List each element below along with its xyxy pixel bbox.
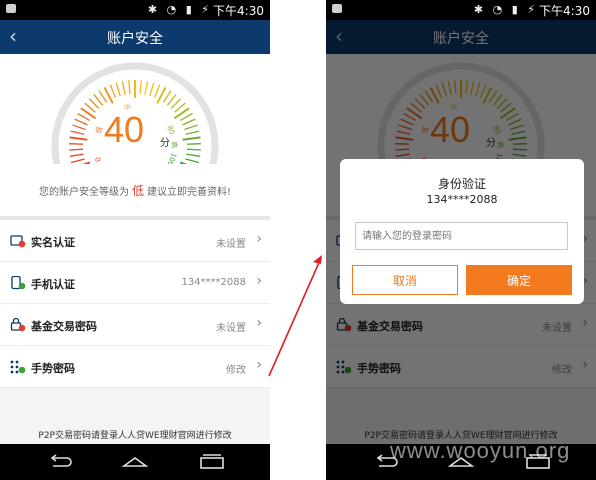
setting-label: 手机认证: [31, 278, 75, 291]
id-card-warning-icon: [10, 235, 26, 248]
gauge-tick: [98, 90, 108, 103]
gauge-tick: [185, 158, 200, 164]
setting-value: 修改: [226, 365, 246, 376]
chevron-right-icon: ›: [256, 315, 262, 331]
page-title: 账户安全: [107, 31, 163, 47]
gauge-tick: [109, 84, 117, 99]
setting-row-real-name[interactable]: 实名认证 未设置 ›: [0, 220, 270, 262]
gauge-tick: [186, 153, 201, 157]
gauge-tick: [166, 93, 177, 106]
status-icons: ✱ ◔ ▮ ⚡: [147, 3, 212, 16]
red-arrow-annotation: [268, 255, 322, 377]
gauge-tick-label: 100: [166, 152, 178, 164]
hint-prefix: 您的账户安全等级为: [38, 187, 129, 198]
identity-verification-dialog: 身份验证 134****2088 取消 确定: [340, 159, 584, 304]
chevron-right-icon: ›: [256, 231, 262, 247]
back-nav-icon[interactable]: [45, 452, 75, 472]
gauge-tick: [149, 82, 155, 97]
gauge-tick: [144, 81, 149, 96]
gauge-tick: [170, 98, 182, 110]
chevron-right-icon: ›: [256, 357, 262, 373]
watermark: www.wooyun.org: [390, 438, 571, 463]
setting-value: 未设置: [216, 323, 246, 334]
security-level: 低: [131, 184, 144, 198]
recent-apps-icon[interactable]: [197, 452, 227, 472]
setting-value: 134****2088: [181, 277, 246, 288]
security-gauge: 0低中80高100 40 分 您的账户安全等级为低建议立即完善资料!: [0, 54, 270, 216]
dialog-title: 身份验证: [437, 177, 486, 191]
hint-suffix: 建议立即完善资料!: [147, 187, 232, 198]
lock-warning-icon: [10, 318, 26, 332]
gauge-tick: [115, 82, 121, 97]
security-hint: 您的账户安全等级为低建议立即完善资料!: [0, 182, 270, 199]
phone-screen-before: ✱ ◔ ▮ ⚡ 下午4:30 ‹ 账户安全 0 低中 80 高 100 40 分 您的账…: [0, 0, 270, 480]
gauge-tick: [88, 98, 100, 110]
setting-label: 手势密码: [31, 362, 75, 375]
gauge-tick: [93, 93, 104, 106]
gauge-tick: [139, 80, 142, 95]
status-bar: ✱ ◔ ▮ ⚡ 下午4:30: [0, 0, 270, 20]
title-bar: ‹ 账户安全: [0, 20, 270, 54]
login-password-input[interactable]: [355, 222, 568, 250]
notification-icon: [6, 4, 16, 13]
footnote: P2P交易密码请登录人人贷WE理财官网进行修改: [38, 431, 232, 441]
nav-bar: [0, 444, 270, 480]
gesture-pattern-icon: [10, 360, 26, 374]
confirm-button[interactable]: 确定: [466, 265, 572, 295]
dialog-phone: 134****2088: [426, 193, 498, 206]
status-time: 下午4:30: [539, 4, 590, 18]
status-icons: ✱ ◔ ▮ ⚡: [473, 3, 538, 16]
gauge-tick: [69, 153, 84, 157]
chevron-right-icon: ›: [256, 273, 262, 289]
gauge-tick: [128, 80, 131, 95]
comparison-screenshot: ✱ ◔ ▮ ⚡ 下午4:30 ‹ 账户安全 0 低中 80 高 100 40 分 您的账…: [0, 0, 596, 480]
phone-verified-icon: [11, 276, 26, 290]
setting-label: 实名认证: [31, 236, 75, 249]
setting-label: 基金交易密码: [31, 320, 97, 333]
phone-screen-after: ✱ ◔ ▮ ⚡ 下午4:30 ‹ 账户安全 0低中80高100 40 分 您的账…: [326, 0, 596, 480]
setting-value: 未设置: [216, 239, 246, 250]
settings-list: 实名认证 未设置 › 手机认证 134****2088 › 基金交易密码 未设置…: [0, 220, 270, 388]
gauge-tick: [82, 161, 91, 164]
status-bar: ✱ ◔ ▮ ⚡ 下午4:30: [326, 0, 596, 20]
gauge-tick: [121, 81, 126, 96]
gauge-tick-label: 0: [94, 156, 103, 163]
status-time: 下午4:30: [213, 4, 264, 18]
gauge-tick: [153, 84, 161, 99]
setting-row-fund-password[interactable]: 基金交易密码 未设置 ›: [0, 304, 270, 346]
setting-row-phone[interactable]: 手机认证 134****2088 ›: [0, 262, 270, 304]
score-unit: 分: [160, 138, 170, 149]
setting-row-gesture[interactable]: 手势密码 修改 ›: [0, 346, 270, 388]
notification-icon: [332, 4, 342, 13]
home-nav-icon[interactable]: [120, 452, 150, 472]
gauge-tick: [162, 90, 172, 103]
cancel-button[interactable]: 取消: [352, 265, 458, 295]
gauge-tick: [179, 161, 188, 164]
security-score: 40: [103, 109, 145, 150]
gauge-tick: [70, 158, 85, 164]
